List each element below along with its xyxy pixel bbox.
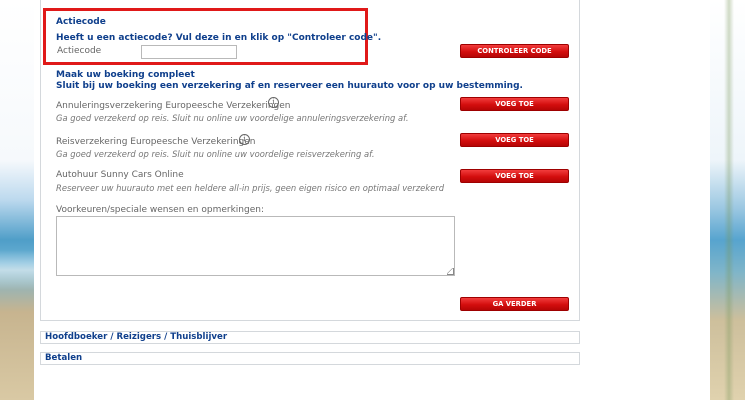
background-beach-right	[710, 0, 745, 400]
background-wave	[0, 250, 34, 290]
add-cancellation-insurance-button[interactable]: VOEG TOE	[460, 97, 569, 111]
preferences-textarea[interactable]	[56, 216, 455, 276]
info-icon[interactable]: i	[268, 97, 279, 108]
car-rental-description: Reserveer uw huurauto met een heldere al…	[56, 183, 445, 193]
booking-title: Maak uw boeking compleet	[56, 70, 195, 80]
car-rental-label: Autohuur Sunny Cars Online	[56, 170, 184, 180]
section-travelers-title: Hoofdboeker / Reizigers / Thuisblijver	[45, 332, 228, 342]
booking-panel: Actiecode Heeft u een actiecode? Vul dez…	[40, 0, 580, 321]
promo-prompt: Heeft u een actiecode? Vul deze in en kl…	[56, 33, 382, 43]
preferences-label: Voorkeuren/speciale wensen en opmerkinge…	[56, 205, 265, 215]
add-car-rental-button[interactable]: VOEG TOE	[460, 169, 569, 183]
resize-grip-icon[interactable]	[447, 268, 454, 275]
booking-subtitle: Sluit bij uw boeking een verzekering af …	[56, 81, 523, 91]
section-payment-title: Betalen	[45, 353, 83, 363]
continue-button[interactable]: GA VERDER	[460, 297, 569, 311]
section-travelers[interactable]: Hoofdboeker / Reizigers / Thuisblijver	[40, 331, 580, 344]
background-beach-left	[0, 0, 34, 400]
travel-insurance-label: Reisverzekering Europeesche Verzekeringe…	[56, 137, 256, 147]
cancellation-insurance-label: Annuleringsverzekering Europeesche Verze…	[56, 101, 291, 111]
section-payment[interactable]: Betalen	[40, 352, 580, 365]
travel-insurance-description: Ga goed verzekerd op reis. Sluit nu onli…	[56, 149, 375, 159]
add-travel-insurance-button[interactable]: VOEG TOE	[460, 133, 569, 147]
booking-page: Actiecode Heeft u een actiecode? Vul dez…	[34, 0, 710, 400]
check-code-button[interactable]: CONTROLEER CODE	[460, 44, 569, 58]
background-palm	[724, 0, 734, 400]
promo-code-input[interactable]	[141, 45, 237, 59]
info-icon[interactable]: i	[239, 134, 250, 145]
promo-title: Actiecode	[56, 17, 106, 27]
cancellation-insurance-description: Ga goed verzekerd op reis. Sluit nu onli…	[56, 113, 409, 123]
promo-field-label: Actiecode	[57, 46, 102, 56]
